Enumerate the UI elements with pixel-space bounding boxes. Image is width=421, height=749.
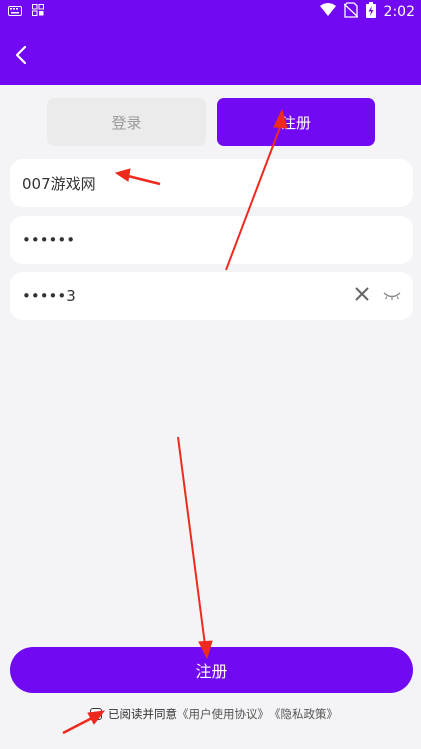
agreement-checkbox[interactable] (90, 708, 102, 720)
back-button[interactable] (8, 42, 34, 72)
agreement-row: 已阅读并同意 《用户使用协议》 《隐私政策》 (90, 705, 338, 723)
chevron-left-icon (15, 45, 27, 69)
user-agreement-link[interactable]: 《用户使用协议》 (177, 706, 269, 722)
agreement-text: 已阅读并同意 (108, 707, 177, 721)
battery-charging-icon (365, 2, 376, 22)
password-field[interactable]: •••••• (10, 216, 413, 264)
status-time: 2:02 (383, 4, 415, 20)
password-value: •••••• (22, 231, 76, 249)
register-submit-button[interactable]: 注册 (10, 647, 413, 693)
arrow-to-submit (177, 436, 213, 660)
confirm-password-field[interactable]: •••••3 (10, 272, 413, 320)
header-bar: 2:02 (0, 0, 421, 85)
username-value: 007游戏网 (22, 174, 96, 193)
eye-closed-icon[interactable] (383, 287, 401, 305)
tab-register[interactable]: 注册 (217, 98, 375, 146)
confirm-password-value: •••••3 (22, 287, 76, 305)
tab-login[interactable]: 登录 (47, 98, 206, 146)
close-icon[interactable] (355, 287, 369, 305)
username-field[interactable]: 007游戏网 (10, 159, 413, 207)
grid-icon (32, 4, 44, 20)
status-bar: 2:02 (0, 0, 421, 24)
no-sim-icon (343, 2, 358, 22)
privacy-policy-link[interactable]: 《隐私政策》 (269, 706, 338, 722)
wifi-icon (319, 3, 336, 21)
keyboard-icon (8, 5, 22, 20)
